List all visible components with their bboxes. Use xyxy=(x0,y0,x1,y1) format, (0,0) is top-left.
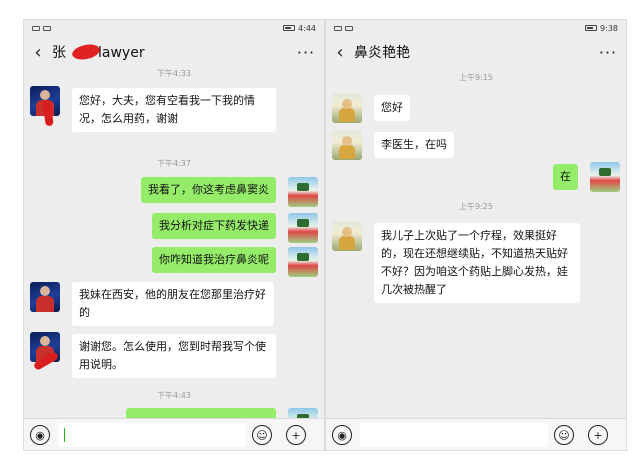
time-stamp: 上午9:25 xyxy=(459,202,493,211)
message-bubble-outgoing[interactable]: 在 xyxy=(553,164,578,190)
battery-icon xyxy=(585,25,598,31)
status-time: 9:38 xyxy=(600,23,618,33)
contact-avatar[interactable] xyxy=(332,221,362,251)
message-bubble-incoming[interactable]: 李医生，在吗 xyxy=(374,132,454,158)
input-bar: ◉ ☺ + xyxy=(326,418,626,450)
message-bubble-incoming[interactable]: 您好 xyxy=(374,95,410,121)
emoji-icon[interactable]: ☺ xyxy=(252,425,272,445)
message-bubble-outgoing[interactable]: 你咋知道我治疗鼻炎呢 xyxy=(152,247,276,273)
input-bar: ◉ ☺ + xyxy=(24,418,324,450)
time-stamp: 下午4:37 xyxy=(157,159,191,168)
emoji-icon[interactable]: ☺ xyxy=(554,425,574,445)
chat-title-prefix: 张 xyxy=(52,45,66,61)
right-chat-screen: 9:38 ‹ 鼻炎艳艳 ··· 上午9:15 您好 李医生，在吗 在 上午9:2… xyxy=(326,20,626,450)
status-icons xyxy=(32,25,51,31)
status-icons xyxy=(334,25,353,31)
time-stamp: 上午9:15 xyxy=(459,73,493,82)
signal-icon xyxy=(334,25,342,31)
message-bubble-incoming[interactable]: 谢谢您。怎么使用，您到时帮我写个使用说明。 xyxy=(72,334,276,378)
text-caret xyxy=(64,428,65,442)
status-bar: 4:44 xyxy=(24,20,324,36)
message-list: 上午9:15 您好 李医生，在吗 在 上午9:25 我儿子上次贴了一个疗程，效果… xyxy=(326,68,626,418)
add-icon[interactable]: + xyxy=(286,425,306,445)
my-avatar[interactable] xyxy=(288,213,318,243)
message-bubble-incoming[interactable]: 您好，大夫，您有空看我一下我的情况，怎么用药，谢谢 xyxy=(72,88,276,132)
message-bubble-incoming[interactable]: 我妹在西安，他的朋友在您那里治疗好的 xyxy=(72,282,274,326)
my-avatar[interactable] xyxy=(288,177,318,207)
battery-icon xyxy=(283,25,296,31)
contact-avatar[interactable] xyxy=(332,93,362,123)
time-stamp: 下午4:43 xyxy=(157,391,191,400)
left-chat-screen: 4:44 ‹ 张平lawyer ··· 下午4:33 您好，大夫，您有空看我一下… xyxy=(24,20,324,450)
status-bar: 9:38 xyxy=(326,20,626,36)
more-options-icon[interactable]: ··· xyxy=(590,43,626,62)
signal-icon xyxy=(32,25,40,31)
add-icon[interactable]: + xyxy=(588,425,608,445)
message-input[interactable] xyxy=(58,423,246,447)
message-list: 下午4:33 您好，大夫，您有空看我一下我的情况，怎么用药，谢谢 下午4:37 … xyxy=(24,68,324,418)
voice-icon[interactable]: ◉ xyxy=(30,425,50,445)
back-icon[interactable]: ‹ xyxy=(326,42,354,63)
chat-header: ‹ 鼻炎艳艳 ··· xyxy=(326,36,626,68)
wifi-icon xyxy=(43,25,51,31)
wifi-icon xyxy=(345,25,353,31)
message-bubble-outgoing[interactable]: 我分析对症下药发快递 xyxy=(152,213,276,239)
message-bubble-outgoing[interactable] xyxy=(126,408,276,418)
my-avatar[interactable] xyxy=(288,247,318,277)
voice-icon[interactable]: ◉ xyxy=(332,425,352,445)
status-time: 4:44 xyxy=(298,23,316,33)
message-bubble-outgoing[interactable]: 我看了，你这考虑鼻窦炎 xyxy=(141,177,276,203)
more-options-icon[interactable]: ··· xyxy=(288,43,324,62)
message-bubble-incoming[interactable]: 我儿子上次贴了一个疗程，效果挺好的，现在还想继续贴，不知道热天贴好不好？因为咱这… xyxy=(374,223,580,303)
chat-header: ‹ 张平lawyer ··· xyxy=(24,36,324,68)
back-icon[interactable]: ‹ xyxy=(24,42,52,63)
my-avatar[interactable] xyxy=(590,162,620,192)
chat-title: 鼻炎艳艳 xyxy=(354,45,410,61)
contact-avatar[interactable] xyxy=(332,130,362,160)
contact-avatar[interactable] xyxy=(30,282,60,312)
my-avatar[interactable] xyxy=(288,408,318,418)
time-stamp: 下午4:33 xyxy=(157,69,191,78)
message-input[interactable] xyxy=(360,423,548,447)
